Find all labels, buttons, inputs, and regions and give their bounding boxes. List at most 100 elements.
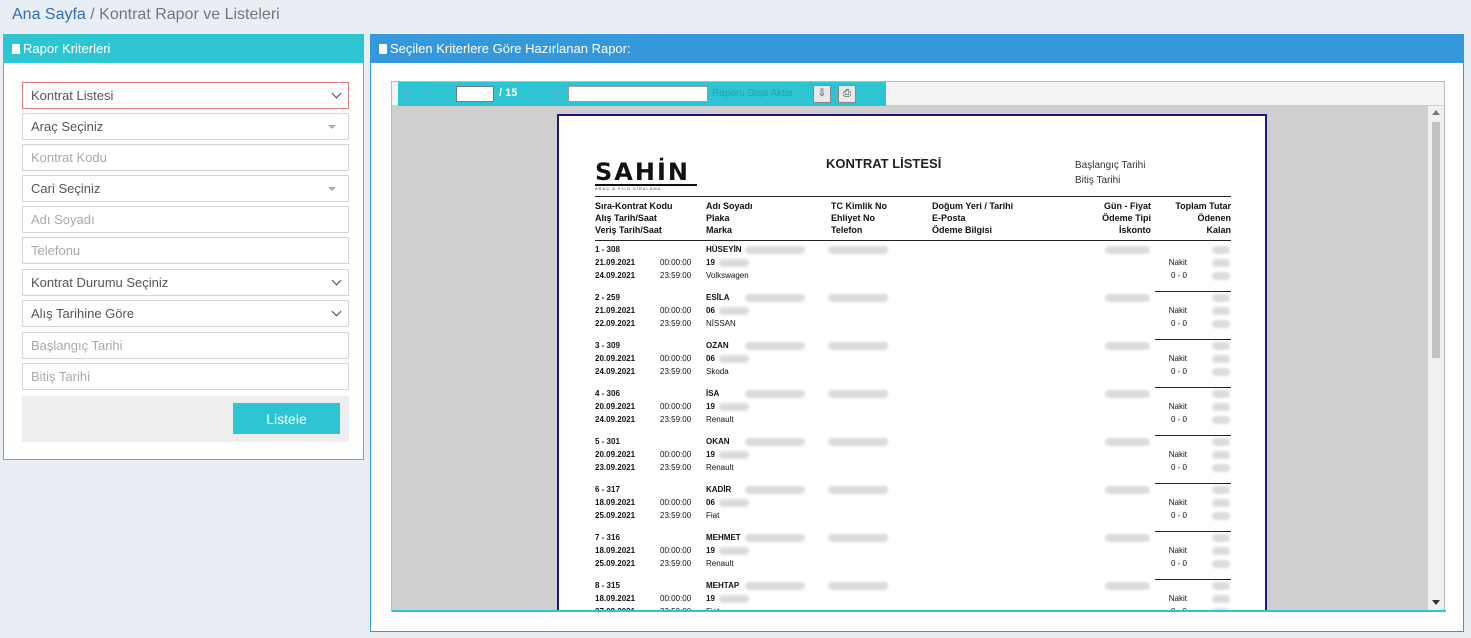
date-basis-value: Alış Tarihine Göre — [31, 306, 135, 321]
vehicle-select[interactable]: Araç Seçiniz — [22, 113, 349, 140]
header-line: Adı Soyadı — [706, 201, 753, 211]
contract-status-select[interactable]: Kontrat Durumu Seçiniz — [22, 269, 349, 296]
row-cell-t2: 23:59:00 — [660, 271, 692, 280]
column-header-5: Gün - Fiyat Ödeme Tipi İskonto — [1079, 200, 1151, 236]
row-cell-pay: Nakit — [1168, 306, 1187, 315]
row-cell-t1: 00:00:00 — [660, 306, 692, 315]
redacted-value — [745, 534, 805, 542]
redacted-value — [828, 486, 888, 494]
row-cell-t2: 23:59:00 — [660, 319, 692, 328]
viewer-bottom-border — [392, 610, 1446, 612]
row-cell-d2: 25.09.2021 — [595, 511, 636, 520]
redacted-value — [1212, 582, 1230, 590]
breadcrumb-separator: / — [85, 6, 100, 23]
report-date-range: Başlangıç Tarihi Bitiş Tarihi — [1075, 158, 1145, 188]
header-line: Doğum Yeri / Tarihi — [932, 201, 1014, 211]
header-line: Veriş Tarih/Saat — [595, 225, 662, 235]
redacted-value — [1212, 499, 1230, 507]
viewer-toolbar-controls: |‹ ‹ / 15 › ›| Raporu Dışa Aktar ⇩ ⎙ — [398, 82, 886, 106]
print-icon[interactable]: ⎙ — [838, 85, 856, 103]
start-date-placeholder: Başlangıç Tarihi — [31, 338, 123, 353]
account-select[interactable]: Cari Seçiniz — [22, 175, 349, 202]
scroll-down-icon[interactable] — [1432, 600, 1440, 605]
row-cell-brand: NİSSAN — [706, 319, 736, 328]
redacted-value — [719, 259, 749, 267]
row-cell-plate: 06 — [706, 498, 715, 507]
header-bottom-divider — [595, 240, 1231, 241]
contract-code-input[interactable]: Kontrat Kodu — [22, 144, 349, 171]
breadcrumb-home-link[interactable]: Ana Sayfa — [12, 6, 86, 23]
report-title: KONTRAT LİSTESİ — [826, 156, 942, 171]
scroll-up-icon[interactable] — [1432, 110, 1440, 115]
company-logo: SAHİN ARAÇ & FİLO KİRALAMA — [595, 158, 697, 191]
last-page-icon[interactable]: ›| — [550, 85, 559, 101]
prev-page-icon[interactable]: ‹ — [428, 85, 433, 101]
end-date-input[interactable]: Bitiş Tarihi — [22, 363, 349, 390]
redacted-value — [1105, 246, 1150, 254]
date-basis-select[interactable]: Alış Tarihine Göre — [22, 300, 349, 327]
row-cell-brand: Volkswagen — [706, 271, 749, 280]
criteria-panel-header: Rapor Kriterleri — [4, 35, 363, 63]
row-cell-name: MEHTAP — [706, 581, 740, 590]
row-cell-pay: Nakit — [1168, 498, 1187, 507]
row-cell-brand: Skoda — [706, 367, 729, 376]
row-cell-d1: 20.09.2021 — [595, 402, 636, 411]
next-page-icon[interactable]: › — [530, 85, 535, 101]
start-date-input[interactable]: Başlangıç Tarihi — [22, 332, 349, 359]
row-cell-brand: Renault — [706, 463, 734, 472]
report-panel: Seçilen Kriterlere Göre Hazırlanan Rapor… — [370, 34, 1464, 632]
redacted-value — [1212, 451, 1230, 459]
row-cell-d2: 22.09.2021 — [595, 319, 636, 328]
contract-code-placeholder: Kontrat Kodu — [31, 150, 107, 165]
row-cell-disc: 0 - 0 — [1170, 367, 1187, 376]
list-button[interactable]: Listele — [233, 403, 340, 434]
redacted-value — [719, 307, 749, 315]
report-type-select[interactable]: Kontrat Listesi — [22, 82, 349, 109]
column-header-1: Sıra-Kontrat Kodu Alış Tarih/Saat Veriş … — [595, 200, 673, 236]
scroll-thumb[interactable] — [1432, 122, 1440, 358]
redacted-value — [1212, 246, 1230, 254]
row-cell-d1: 20.09.2021 — [595, 354, 636, 363]
first-page-icon[interactable]: |‹ — [404, 85, 413, 101]
report-row: 3 - 309 20.09.2021 00:00:00 24.09.2021 23:59… — [595, 339, 1231, 387]
redacted-value — [1212, 547, 1230, 555]
report-row: 4 - 306 20.09.2021 00:00:00 24.09.2021 23:59… — [595, 387, 1231, 435]
book-icon — [12, 44, 20, 54]
row-cell-d1: 18.09.2021 — [595, 498, 636, 507]
account-value: Cari Seçiniz — [31, 181, 101, 196]
report-viewer: |‹ ‹ / 15 › ›| Raporu Dışa Aktar ⇩ ⎙ SAH… — [391, 81, 1446, 612]
row-separator — [1155, 339, 1231, 340]
name-input[interactable]: Adı Soyadı — [22, 206, 349, 233]
header-line: Ödenen — [1197, 213, 1231, 223]
row-cell-code: 8 - 315 — [595, 581, 620, 590]
row-cell-disc: 0 - 0 — [1170, 271, 1187, 280]
header-divider — [595, 196, 1231, 197]
page-number-input[interactable] — [456, 86, 494, 102]
row-cell-disc: 0 - 0 — [1170, 511, 1187, 520]
header-line: Alış Tarih/Saat — [595, 213, 657, 223]
row-cell-name: HÜSEYİN — [706, 245, 742, 254]
book-icon — [379, 44, 387, 54]
redacted-value — [1212, 464, 1230, 472]
row-cell-disc: 0 - 0 — [1170, 415, 1187, 424]
row-cell-d1: 20.09.2021 — [595, 450, 636, 459]
header-line: Sıra-Kontrat Kodu — [595, 201, 673, 211]
row-cell-brand: Renault — [706, 559, 734, 568]
export-icon[interactable]: ⇩ — [813, 85, 831, 103]
row-cell-t1: 00:00:00 — [660, 594, 692, 603]
vertical-scrollbar[interactable] — [1428, 106, 1444, 611]
caret-down-icon — [328, 125, 336, 129]
row-cell-pay: Nakit — [1168, 594, 1187, 603]
find-text-input[interactable] — [568, 86, 708, 102]
phone-placeholder: Telefonu — [31, 243, 81, 258]
phone-input[interactable]: Telefonu — [22, 237, 349, 264]
row-cell-d1: 21.09.2021 — [595, 258, 636, 267]
redacted-value — [745, 294, 805, 302]
redacted-value — [1105, 582, 1150, 590]
redacted-value — [719, 451, 749, 459]
row-cell-t2: 23:59:00 — [660, 463, 692, 472]
export-label[interactable]: Raporu Dışa Aktar — [712, 88, 794, 99]
redacted-value — [1105, 390, 1150, 398]
row-separator — [1155, 483, 1231, 484]
row-cell-code: 6 - 317 — [595, 485, 620, 494]
